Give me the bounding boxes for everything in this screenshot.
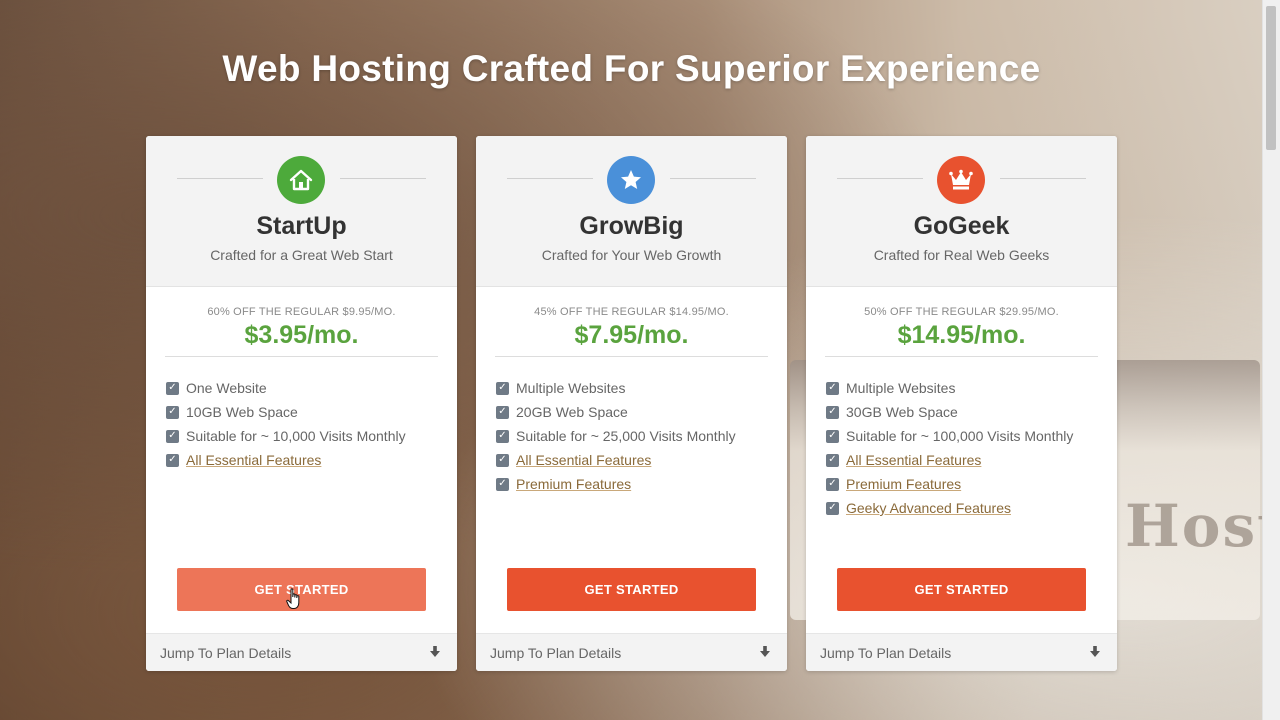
feature-item[interactable]: ✓ Geeky Advanced Features [826, 496, 1073, 520]
checkbox-checked-icon: ✓ [166, 453, 179, 467]
checkbox-checked-icon: ✓ [496, 453, 509, 467]
checkbox-checked-icon: ✓ [166, 405, 179, 419]
divider [507, 178, 593, 179]
plan-tagline: Crafted for Your Web Growth [541, 247, 722, 263]
feature-link[interactable]: All Essential Features [846, 452, 981, 468]
feature-item[interactable]: ✓ All Essential Features [826, 448, 1073, 472]
plan-card-header: GoGeek Crafted for Real Web Geeks [806, 136, 1117, 287]
feature-label: Suitable for ~ 10,000 Visits Monthly [186, 428, 406, 444]
crown-icon [937, 156, 985, 204]
plan-details-label: Jump To Plan Details [820, 644, 952, 661]
house-icon [277, 156, 325, 204]
arrow-down-icon [1090, 645, 1100, 660]
plan-discount: 45% OFF THE REGULAR $14.95/MO. [534, 306, 729, 318]
feature-item: ✓ 20GB Web Space [496, 400, 736, 424]
plan-card-growbig: GrowBig Crafted for Your Web Growth 45% … [476, 136, 787, 671]
checkbox-checked-icon: ✓ [826, 453, 839, 467]
feature-label: Multiple Websites [516, 380, 626, 396]
feature-link[interactable]: All Essential Features [516, 452, 651, 468]
checkbox-checked-icon: ✓ [496, 381, 509, 395]
jump-to-plan-details-link[interactable]: Jump To Plan Details [476, 633, 787, 671]
feature-item[interactable]: ✓ All Essential Features [496, 448, 736, 472]
hand-cursor-icon [286, 588, 302, 610]
feature-item[interactable]: ✓ Premium Features [826, 472, 1073, 496]
feature-link[interactable]: Premium Features [846, 476, 961, 492]
feature-item: ✓ 10GB Web Space [166, 400, 406, 424]
feature-label: Suitable for ~ 100,000 Visits Monthly [846, 428, 1074, 444]
plan-name: GoGeek [913, 212, 1010, 240]
feature-item: ✓ Suitable for ~ 25,000 Visits Monthly [496, 424, 736, 448]
feature-link[interactable]: Geeky Advanced Features [846, 500, 1011, 516]
feature-item: ✓ One Website [166, 376, 406, 400]
plan-card-gogeek: GoGeek Crafted for Real Web Geeks 50% OF… [806, 136, 1117, 671]
plan-card-header: GrowBig Crafted for Your Web Growth [476, 136, 787, 287]
divider [165, 356, 438, 357]
plan-tagline: Crafted for Real Web Geeks [873, 247, 1050, 263]
arrow-down-icon [430, 645, 440, 660]
jump-to-plan-details-link[interactable]: Jump To Plan Details [146, 633, 457, 671]
vertical-scrollbar[interactable] [1262, 0, 1280, 720]
divider [495, 356, 768, 357]
feature-label: 30GB Web Space [846, 404, 958, 420]
checkbox-checked-icon: ✓ [826, 501, 839, 515]
checkbox-checked-icon: ✓ [496, 429, 509, 443]
feature-label: One Website [186, 380, 267, 396]
plan-name: GrowBig [579, 212, 684, 240]
checkbox-checked-icon: ✓ [826, 477, 839, 491]
checkbox-checked-icon: ✓ [496, 477, 509, 491]
feature-item[interactable]: ✓ All Essential Features [166, 448, 406, 472]
feature-item[interactable]: ✓ Premium Features [496, 472, 736, 496]
plan-card-header: StartUp Crafted for a Great Web Start [146, 136, 457, 287]
feature-link[interactable]: Premium Features [516, 476, 631, 492]
plan-name: StartUp [256, 212, 347, 240]
divider [837, 178, 923, 179]
feature-link[interactable]: All Essential Features [186, 452, 321, 468]
plan-details-label: Jump To Plan Details [160, 644, 292, 661]
plan-discount: 50% OFF THE REGULAR $29.95/MO. [864, 306, 1059, 318]
feature-item: ✓ Multiple Websites [826, 376, 1073, 400]
checkbox-checked-icon: ✓ [496, 405, 509, 419]
divider [340, 178, 426, 179]
feature-item: ✓ Suitable for ~ 10,000 Visits Monthly [166, 424, 406, 448]
arrow-down-icon [760, 645, 770, 660]
plan-price: $7.95/mo. [574, 321, 689, 349]
feature-item: ✓ Suitable for ~ 100,000 Visits Monthly [826, 424, 1073, 448]
feature-label: Multiple Websites [846, 380, 956, 396]
plan-details-label: Jump To Plan Details [490, 644, 622, 661]
divider [177, 178, 263, 179]
feature-label: Suitable for ~ 25,000 Visits Monthly [516, 428, 736, 444]
feature-label: 20GB Web Space [516, 404, 628, 420]
plan-tagline: Crafted for a Great Web Start [210, 247, 393, 263]
checkbox-checked-icon: ✓ [826, 429, 839, 443]
plan-discount: 60% OFF THE REGULAR $9.95/MO. [207, 306, 396, 318]
divider [670, 178, 756, 179]
feature-list: ✓ Multiple Websites ✓ 20GB Web Space ✓ Suitab… [496, 376, 736, 496]
checkbox-checked-icon: ✓ [166, 429, 179, 443]
get-started-button[interactable]: GET STARTED [837, 568, 1086, 611]
jump-to-plan-details-link[interactable]: Jump To Plan Details [806, 633, 1117, 671]
checkbox-checked-icon: ✓ [826, 381, 839, 395]
star-icon [607, 156, 655, 204]
divider [1000, 178, 1086, 179]
feature-item: ✓ 30GB Web Space [826, 400, 1073, 424]
feature-label: 10GB Web Space [186, 404, 298, 420]
page-headline: Web Hosting Crafted For Superior Experie… [222, 48, 1041, 89]
plan-price: $3.95/mo. [244, 321, 359, 349]
feature-list: ✓ Multiple Websites ✓ 30GB Web Space ✓ Suitab… [826, 376, 1073, 520]
divider [825, 356, 1098, 357]
feature-list: ✓ One Website ✓ 10GB Web Space ✓ Suitable for… [166, 376, 406, 472]
background-photo-text: Host [1125, 492, 1280, 560]
checkbox-checked-icon: ✓ [826, 405, 839, 419]
checkbox-checked-icon: ✓ [166, 381, 179, 395]
plan-price: $14.95/mo. [897, 321, 1026, 349]
feature-item: ✓ Multiple Websites [496, 376, 736, 400]
get-started-button[interactable]: GET STARTED [507, 568, 756, 611]
scrollbar-thumb[interactable] [1266, 6, 1276, 150]
